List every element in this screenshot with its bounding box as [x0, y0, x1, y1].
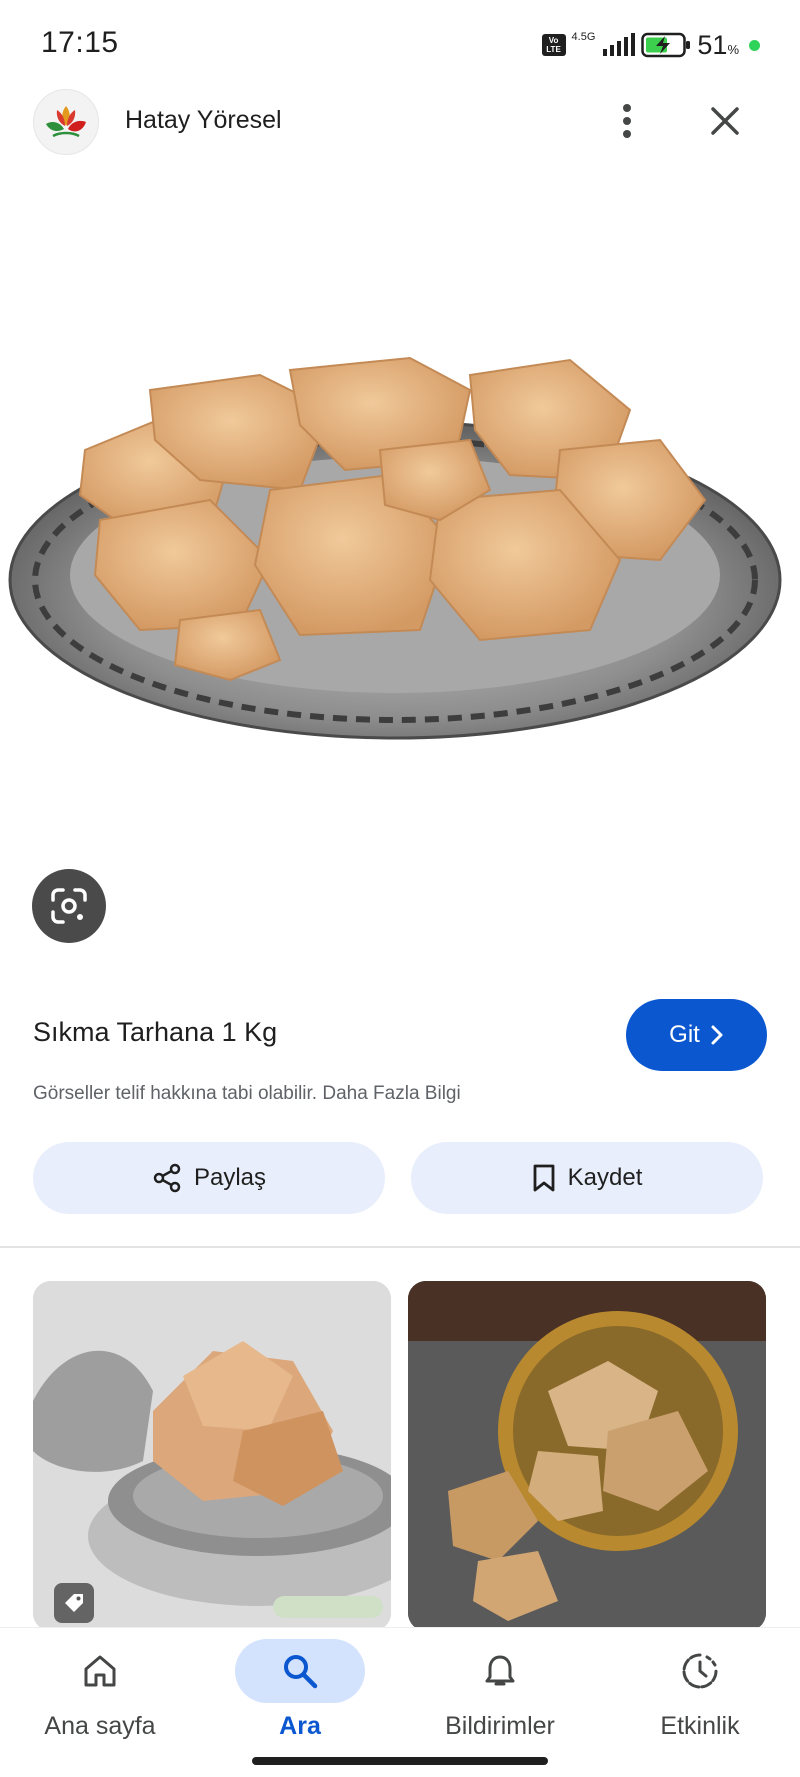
share-button[interactable]: Paylaş	[33, 1142, 385, 1214]
nav-item-home[interactable]: Ana sayfa	[0, 1628, 200, 1758]
nav-item-search[interactable]: Ara	[200, 1628, 400, 1758]
site-logo[interactable]	[33, 89, 99, 155]
bookmark-icon	[533, 1164, 555, 1192]
more-options-button[interactable]	[612, 98, 642, 144]
related-image-1-illustration	[33, 1281, 391, 1631]
nav-home-pill	[35, 1639, 165, 1703]
search-icon	[284, 1655, 318, 1689]
signal-icon	[603, 33, 636, 56]
status-bar: 17:15 Vo LTE 4.5G 51%	[0, 0, 800, 90]
nav-label-activity: Etkinlik	[660, 1712, 740, 1740]
save-label: Kaydet	[567, 1164, 643, 1191]
leaf-logo-icon	[46, 106, 86, 138]
battery-charging-icon	[641, 32, 691, 58]
volte-icon: Vo LTE	[541, 34, 566, 56]
gesture-home-indicator[interactable]	[252, 1757, 548, 1765]
privacy-indicator-dot	[749, 39, 760, 51]
close-button[interactable]	[702, 98, 748, 144]
tag-icon	[65, 1594, 83, 1612]
visit-button-label: Git	[669, 1021, 700, 1048]
nav-notifications-pill	[435, 1639, 565, 1703]
more-vert-icon	[623, 104, 631, 138]
network-type: 4.5G	[571, 31, 596, 43]
save-button[interactable]: Kaydet	[411, 1142, 763, 1214]
visit-button[interactable]: Git	[626, 999, 767, 1071]
status-icons: Vo LTE 4.5G 51%	[541, 28, 760, 62]
nav-label-home: Ana sayfa	[44, 1712, 156, 1740]
section-divider	[0, 1246, 800, 1248]
nav-label-notifications: Bildirimler	[445, 1712, 555, 1740]
status-time: 17:15	[41, 26, 119, 59]
bottom-navigation: Ana sayfa Ara Bildirimler Etkinlik	[0, 1628, 800, 1777]
google-lens-icon	[51, 888, 87, 924]
battery-percent: 51%	[697, 29, 739, 60]
related-image-1[interactable]	[33, 1281, 391, 1631]
product-title: Sıkma Tarhana 1 Kg	[33, 1017, 278, 1047]
chevron-right-icon	[711, 1025, 723, 1045]
activity-icon	[682, 1653, 718, 1689]
nav-item-notifications[interactable]: Bildirimler	[400, 1628, 600, 1758]
share-icon	[153, 1163, 181, 1193]
related-image-2-illustration	[408, 1281, 766, 1631]
viewer-header: Hatay Yöresel	[0, 86, 800, 158]
lens-search-button[interactable]	[32, 869, 106, 943]
nav-label-search: Ara	[279, 1712, 321, 1740]
related-image-2[interactable]	[408, 1281, 766, 1631]
main-product-image[interactable]	[0, 330, 800, 790]
site-name[interactable]: Hatay Yöresel	[125, 106, 282, 135]
bell-icon	[485, 1655, 515, 1686]
nav-item-activity[interactable]: Etkinlik	[600, 1628, 800, 1758]
copyright-notice[interactable]: Görseller telif hakkına tabi olabilir. D…	[33, 1083, 461, 1105]
home-icon	[84, 1655, 116, 1687]
nav-search-pill	[235, 1639, 365, 1703]
tarhana-plate-illustration	[8, 356, 782, 740]
nav-activity-pill	[635, 1639, 765, 1703]
close-icon	[711, 107, 739, 135]
product-tag-badge	[54, 1583, 94, 1623]
share-label: Paylaş	[193, 1164, 267, 1191]
